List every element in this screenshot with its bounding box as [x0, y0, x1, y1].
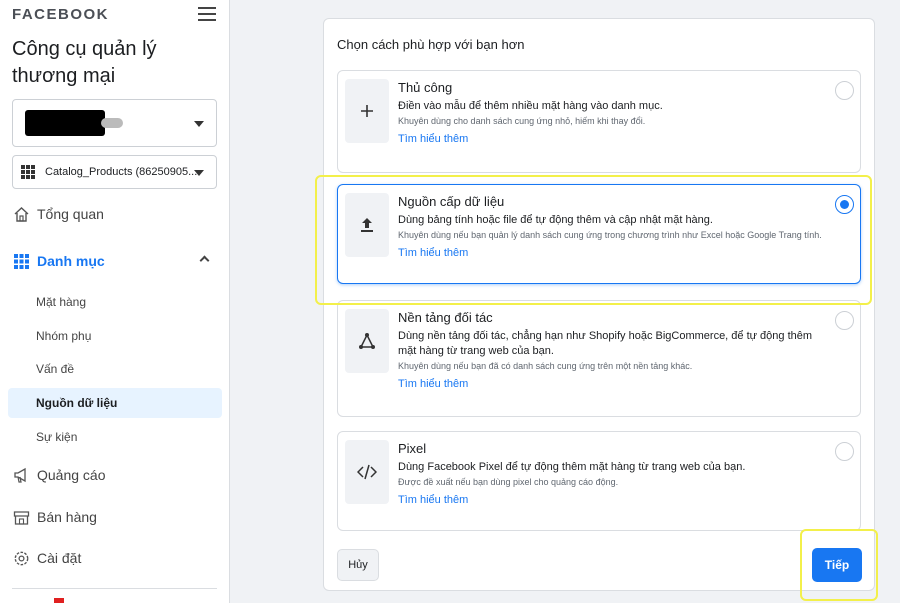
- learn-more-link[interactable]: Tìm hiểu thêm: [398, 378, 468, 390]
- sub-item-items[interactable]: Mặt hàng: [8, 287, 222, 317]
- option-description: Dùng bảng tính hoặc file để tự động thêm…: [398, 214, 713, 226]
- sidebar-divider: [12, 588, 217, 589]
- red-notification-mark: [54, 598, 64, 603]
- option-note: Khuyên dùng nếu bạn đã có danh sách cung…: [398, 361, 693, 371]
- facebook-brand: FACEBOOK: [12, 6, 110, 23]
- option-note: Khuyên dùng cho danh sách cung ứng nhỏ, …: [398, 116, 646, 126]
- nav-settings[interactable]: Cài đặt: [12, 543, 222, 573]
- partner-nodes-icon: [345, 309, 389, 373]
- sidebar: FACEBOOK Công cụ quản lý thương mại Cata…: [0, 0, 230, 603]
- nav-catalog[interactable]: Danh mục: [12, 246, 222, 276]
- nav-ads[interactable]: Quảng cáo: [12, 460, 222, 490]
- nav-overview[interactable]: Tổng quan: [12, 199, 222, 229]
- sub-item-sets-label: Nhóm phụ: [36, 329, 92, 343]
- option-note: Được đề xuất nếu bạn dùng pixel cho quản…: [398, 477, 619, 487]
- option-description: Điền vào mẫu để thêm nhiều mặt hàng vào …: [398, 100, 663, 112]
- redacted-account-name: [25, 110, 105, 136]
- option-note: Khuyên dùng nếu bạn quản lý danh sách cu…: [398, 230, 822, 240]
- nav-overview-label: Tổng quan: [37, 206, 104, 222]
- sub-item-items-label: Mặt hàng: [36, 295, 87, 309]
- cancel-button[interactable]: Hủy: [337, 549, 379, 581]
- caret-down-icon: [194, 170, 204, 176]
- option-description: Dùng nền tảng đối tác, chẳng hạn như Sho…: [398, 330, 813, 357]
- shop-icon: [12, 508, 30, 526]
- option-description: Dùng Facebook Pixel để tự động thêm mặt …: [398, 461, 746, 473]
- nav-ads-label: Quảng cáo: [37, 467, 106, 483]
- sub-item-sets[interactable]: Nhóm phụ: [8, 321, 222, 351]
- app-title: Công cụ quản lý thương mại: [12, 38, 157, 87]
- option-partner-platform[interactable]: Nền tảng đối tác Dùng nền tảng đối tác, …: [337, 300, 861, 417]
- option-pixel[interactable]: Pixel Dùng Facebook Pixel để tự động thê…: [337, 431, 861, 531]
- megaphone-icon: [12, 466, 30, 484]
- card-heading: Chọn cách phù hợp với bạn hơn: [337, 37, 525, 52]
- sub-item-events[interactable]: Sự kiện: [8, 422, 222, 452]
- next-button[interactable]: Tiếp: [812, 548, 862, 582]
- gear-icon: [12, 549, 30, 567]
- learn-more-link[interactable]: Tìm hiểu thêm: [398, 247, 468, 259]
- sub-item-data-sources[interactable]: Nguồn dữ liệu: [8, 388, 222, 418]
- sub-item-data-sources-label: Nguồn dữ liệu: [36, 396, 118, 410]
- sub-item-issues-label: Vấn đề: [36, 362, 75, 376]
- learn-more-link[interactable]: Tìm hiểu thêm: [398, 133, 468, 145]
- catalog-grid-icon: [12, 252, 30, 270]
- redacted-account-tail: [101, 118, 123, 128]
- option-title: Pixel: [398, 441, 427, 456]
- catalog-select-value: Catalog_Products (86250905...: [45, 166, 198, 178]
- nav-settings-label: Cài đặt: [37, 550, 82, 566]
- upload-icon: [345, 193, 389, 257]
- option-radio[interactable]: [835, 311, 854, 330]
- option-data-feed[interactable]: Nguồn cấp dữ liệu Dùng bảng tính hoặc fi…: [337, 184, 861, 284]
- sub-item-events-label: Sự kiện: [36, 430, 78, 444]
- plus-icon: [345, 79, 389, 143]
- option-title: Nguồn cấp dữ liệu: [398, 194, 505, 209]
- catalog-select[interactable]: Catalog_Products (86250905...: [12, 155, 217, 189]
- learn-more-link[interactable]: Tìm hiểu thêm: [398, 494, 468, 506]
- option-radio[interactable]: [835, 81, 854, 100]
- code-icon: [345, 440, 389, 504]
- option-title: Nền tảng đối tác: [398, 310, 493, 325]
- chevron-up-icon[interactable]: [199, 255, 210, 266]
- option-manual[interactable]: Thủ công Điền vào mẫu để thêm nhiều mặt …: [337, 70, 861, 173]
- nav-sales-label: Bán hàng: [37, 509, 97, 525]
- sub-item-issues[interactable]: Vấn đề: [8, 354, 222, 384]
- option-radio[interactable]: [835, 442, 854, 461]
- choose-method-card: Chọn cách phù hợp với bạn hơn Thủ công Đ…: [323, 18, 875, 591]
- caret-down-icon: [194, 121, 204, 127]
- grid-icon: [21, 165, 35, 179]
- option-radio-selected[interactable]: [835, 195, 854, 214]
- option-title: Thủ công: [398, 80, 453, 95]
- home-icon: [12, 205, 30, 223]
- nav-sales[interactable]: Bán hàng: [12, 502, 222, 532]
- nav-catalog-label: Danh mục: [37, 253, 105, 269]
- hamburger-menu-icon[interactable]: [198, 4, 216, 22]
- account-select[interactable]: [12, 99, 217, 147]
